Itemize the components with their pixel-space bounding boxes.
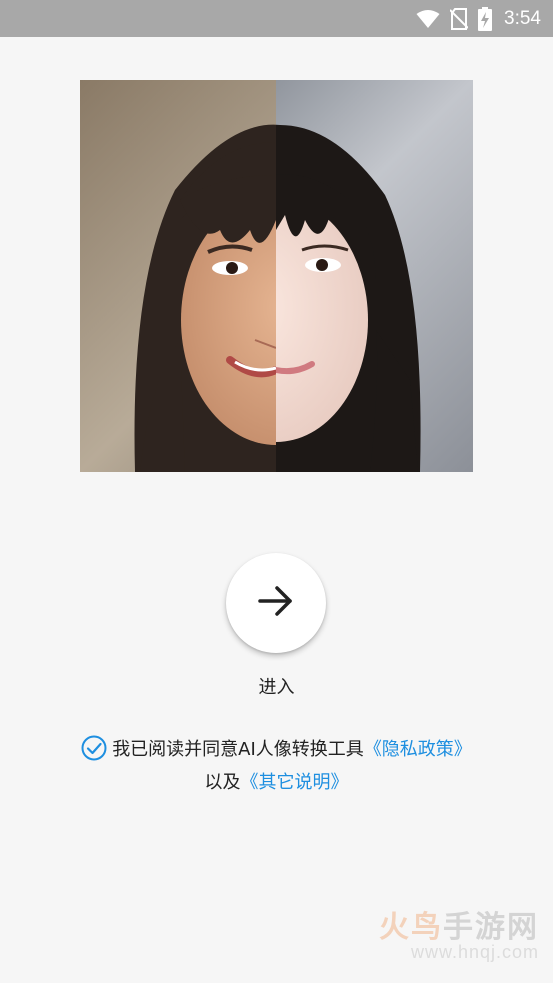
watermark-title: 火鸟手游网 (379, 902, 539, 946)
face-comparison-image (80, 80, 473, 472)
arrow-right-icon (256, 581, 296, 625)
status-icons: 3:54 (416, 5, 541, 33)
no-sim-icon (450, 8, 469, 30)
status-time: 3:54 (504, 8, 541, 29)
watermark-title-part2: 手游网 (443, 910, 539, 945)
agreement-connector: 以及 (204, 772, 241, 793)
agreement-text: 我已阅读并同意AI人像转换工具 (112, 739, 364, 760)
status-bar: 3:54 (0, 0, 553, 37)
wifi-icon (416, 9, 440, 29)
enter-label: 进入 (258, 677, 295, 698)
agreement-checkbox-check-icon[interactable] (81, 735, 107, 761)
battery-charging-icon (478, 7, 493, 31)
agreement-row-2: 以及《其它说明》 (0, 768, 553, 794)
site-watermark: 火鸟手游网 www.hnqj.com (379, 902, 539, 963)
agreement-row: 我已阅读并同意AI人像转换工具 《隐私政策》 (0, 735, 553, 761)
enter-button[interactable] (226, 553, 326, 653)
privacy-policy-link[interactable]: 《隐私政策》 (364, 735, 472, 761)
other-notes-link[interactable]: 《其它说明》 (241, 772, 349, 793)
watermark-title-part1: 火鸟 (379, 910, 443, 945)
